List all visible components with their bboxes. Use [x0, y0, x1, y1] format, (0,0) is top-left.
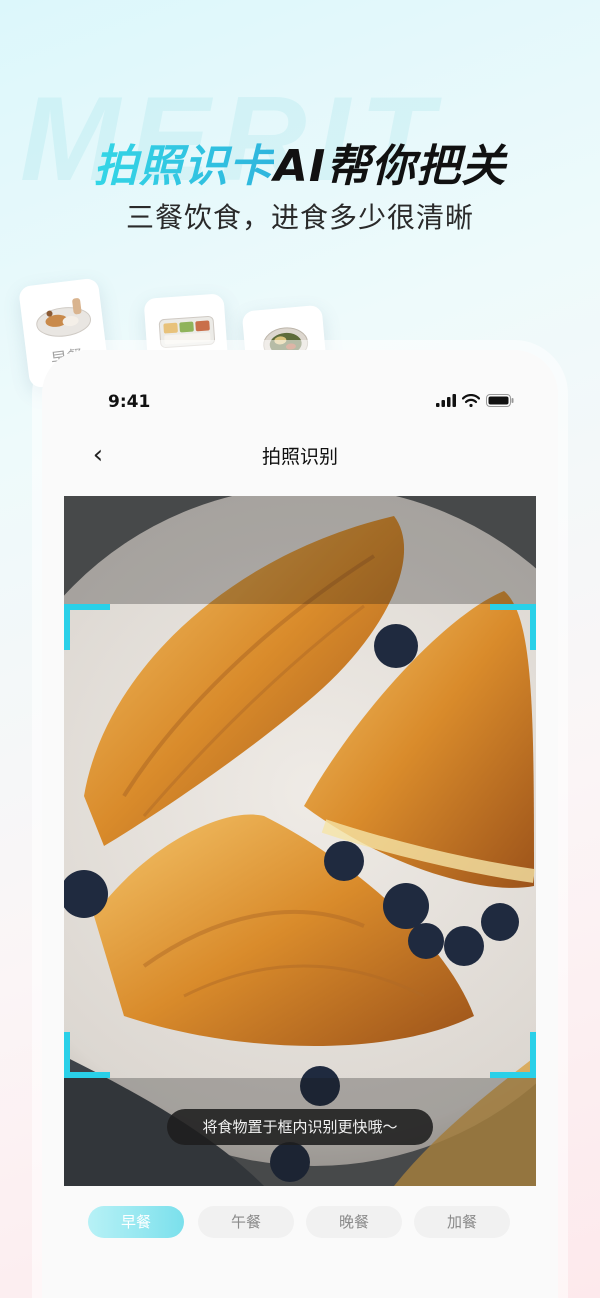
status-icons	[436, 394, 514, 407]
scan-frame-corner	[490, 1032, 536, 1078]
camera-viewfinder[interactable]: 将食物置于框内识别更快哦～	[64, 496, 536, 1186]
scan-frame-corner	[64, 604, 110, 650]
lunch-tray-icon	[158, 315, 216, 348]
headline-highlight: 拍照识卡	[93, 141, 274, 192]
promo-headline: 拍照识卡AI帮你把关	[0, 130, 600, 194]
wifi-icon	[462, 394, 480, 407]
battery-icon	[486, 394, 514, 407]
food-photo	[64, 496, 536, 1186]
tab-snack[interactable]: 加餐	[414, 1206, 510, 1238]
phone-frame: 9:41 ‹ 拍照识别 将食物置于框内识别更快哦～ 早餐 午餐 晚餐 加餐	[42, 350, 558, 1298]
promo-subhead: 三餐饮食，进食多少很清晰	[125, 201, 474, 234]
status-time: 9:41	[108, 392, 151, 412]
camera-hint: 将食物置于框内识别更快哦～	[167, 1109, 433, 1145]
status-bar	[42, 350, 558, 398]
tab-dinner[interactable]: 晚餐	[306, 1206, 402, 1238]
tab-lunch[interactable]: 午餐	[198, 1206, 294, 1238]
scan-frame-corner	[64, 1032, 110, 1078]
page-title: 拍照识别	[261, 446, 338, 468]
meal-tab-bar: 早餐 午餐 晚餐 加餐	[88, 1206, 512, 1238]
breakfast-plate-icon	[36, 298, 92, 337]
tab-breakfast[interactable]: 早餐	[88, 1206, 184, 1238]
headline-rest: AI帮你把关	[273, 141, 507, 192]
signal-icon	[436, 394, 456, 407]
scan-frame-corner	[490, 604, 536, 650]
